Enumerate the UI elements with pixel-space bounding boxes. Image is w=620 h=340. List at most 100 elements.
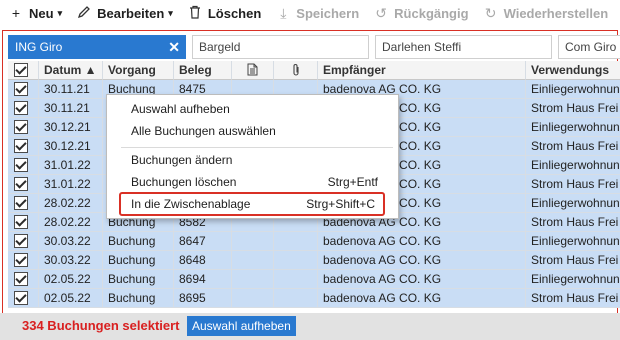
checkbox-checked-icon [14,82,28,96]
new-button[interactable]: + Neu ▾ [0,1,68,25]
column-header-document[interactable] [232,61,274,80]
menu-item-shortcut: Strg+Entf [327,175,378,189]
cell-attachment [274,251,318,270]
table-row[interactable]: 02.05.22 Buchung 8694 badenova AG CO. KG Ein… [8,270,620,289]
account-filter-label: Darlehen Steffi [382,40,462,54]
row-checkbox[interactable] [8,118,39,137]
column-header-beleg[interactable]: Beleg [174,61,232,80]
table-header: Datum ▲ Vorgang Beleg Empfänger Verwendu… [8,61,620,80]
row-checkbox[interactable] [8,251,39,270]
redo-button[interactable]: ↻ Wiederherstellen [475,1,615,25]
save-button[interactable]: ⤓ Speichern [267,1,365,25]
menu-item-delete-bookings[interactable]: Buchungen löschen Strg+Entf [107,172,398,193]
checkbox-checked-icon [14,291,28,305]
plus-icon: + [11,5,21,21]
document-icon [247,63,258,77]
checkbox-checked-icon [14,196,28,210]
cell-empfaenger: badenova AG CO. KG [318,251,526,270]
cell-beleg: 8647 [174,232,232,251]
cell-date: 30.12.21 [39,118,103,137]
row-checkbox[interactable] [8,270,39,289]
cell-verwendung: Einliegerwohnun [526,270,620,289]
new-label: Neu [29,5,54,21]
edit-button[interactable]: Bearbeiten ▾ [68,1,179,25]
trash-icon [187,5,203,22]
undo-label: Rückgängig [394,5,469,21]
select-all-checkbox[interactable] [8,61,39,80]
account-filter-com-giro[interactable]: Com Giro [558,35,620,59]
menu-separator [121,147,393,148]
table-row[interactable]: 02.05.22 Buchung 8695 badenova AG CO. KG Str… [8,289,620,308]
account-filter-darlehen[interactable]: Darlehen Steffi [375,35,552,59]
cell-date: 30.03.22 [39,251,103,270]
menu-item-deselect[interactable]: Auswahl aufheben [107,99,398,120]
cell-document [232,232,274,251]
cell-verwendung: Einliegerwohnun [526,194,620,213]
cell-vorgang: Buchung [103,270,174,289]
close-icon[interactable]: ✕ [168,39,180,56]
deselect-button[interactable]: Auswahl aufheben [187,316,296,336]
column-header-date[interactable]: Datum ▲ [39,61,103,80]
row-checkbox[interactable] [8,194,39,213]
cell-beleg: 8694 [174,270,232,289]
toolbar: + Neu ▾ Bearbeiten ▾ Löschen ⤓ Speichern… [0,0,620,26]
account-filter-label: Bargeld [199,40,241,54]
account-filter-bar: ING Giro ✕ Bargeld Darlehen Steffi Com G… [8,35,620,59]
row-checkbox[interactable] [8,80,39,99]
column-header-verwendung[interactable]: Verwendungs [526,61,620,80]
checkbox-checked-icon [14,120,28,134]
table-row[interactable]: 30.03.22 Buchung 8647 badenova AG CO. KG Ein… [8,232,620,251]
cell-date: 28.02.22 [39,194,103,213]
row-checkbox[interactable] [8,137,39,156]
cell-date: 02.05.22 [39,289,103,308]
checkbox-checked-icon [14,234,28,248]
checkbox-checked-icon [14,139,28,153]
cell-document [232,289,274,308]
cell-date: 30.11.21 [39,99,103,118]
checkbox-checked-icon [14,158,28,172]
cell-verwendung: Strom Haus Frei [526,137,620,156]
cell-verwendung: Strom Haus Frei [526,175,620,194]
row-checkbox[interactable] [8,156,39,175]
cell-verwendung: Einliegerwohnun [526,232,620,251]
menu-item-edit-bookings[interactable]: Buchungen ändern [107,150,398,171]
cell-date: 30.11.21 [39,80,103,99]
cell-empfaenger: badenova AG CO. KG [318,270,526,289]
account-filter-bargeld[interactable]: Bargeld [192,35,369,59]
menu-item-select-all[interactable]: Alle Buchungen auswählen [107,121,398,142]
menu-item-label: Buchungen löschen [131,175,237,189]
cell-empfaenger: badenova AG CO. KG [318,232,526,251]
pencil-icon [76,5,92,22]
column-header-attachment[interactable] [274,61,318,80]
menu-item-label: In die Zwischenablage [131,197,251,211]
checkbox-checked-icon [14,253,28,267]
table-row[interactable]: 30.03.22 Buchung 8648 badenova AG CO. KG Str… [8,251,620,270]
account-filter-label: Com Giro [565,40,617,54]
row-checkbox[interactable] [8,175,39,194]
cell-attachment [274,270,318,289]
menu-item-label: Alle Buchungen auswählen [131,124,276,138]
row-checkbox[interactable] [8,99,39,118]
row-checkbox[interactable] [8,232,39,251]
save-label: Speichern [296,5,360,21]
menu-item-label: Auswahl aufheben [131,102,230,116]
redo-icon: ↻ [484,4,497,21]
checkbox-checked-icon [14,215,28,229]
row-checkbox[interactable] [8,213,39,232]
chevron-down-icon: ▾ [57,7,63,18]
checkbox-checked-icon [14,272,28,286]
account-filter-ing-giro[interactable]: ING Giro ✕ [8,35,186,59]
checkbox-checked-icon [14,101,28,115]
undo-button[interactable]: ↺ Rückgängig [365,1,474,25]
cell-attachment [274,289,318,308]
edit-label: Bearbeiten [97,5,165,21]
column-header-empfaenger[interactable]: Empfänger [318,61,526,80]
cell-date: 30.03.22 [39,232,103,251]
menu-item-copy-to-clipboard[interactable]: In die Zwischenablage Strg+Shift+C [119,192,385,216]
row-checkbox[interactable] [8,289,39,308]
cell-document [232,270,274,289]
cell-beleg: 8695 [174,289,232,308]
cell-verwendung: Strom Haus Frei [526,251,620,270]
column-header-vorgang[interactable]: Vorgang [103,61,174,80]
delete-button[interactable]: Löschen [179,1,267,25]
